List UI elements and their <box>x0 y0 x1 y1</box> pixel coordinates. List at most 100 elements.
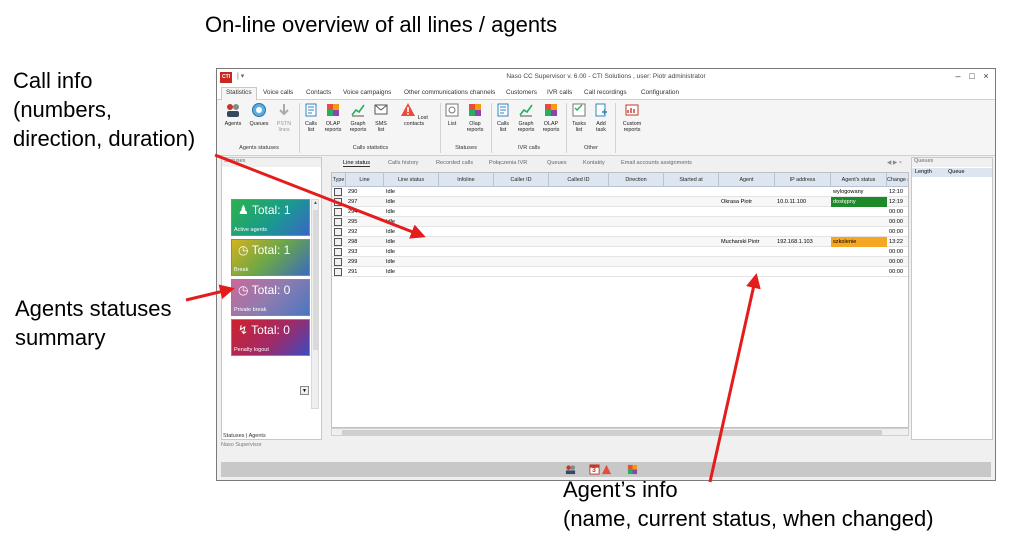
tile-penalty-logout[interactable]: ↯ Total: 0 Penalty logout <box>231 319 310 356</box>
cell-status: Idle <box>386 249 396 255</box>
col-started-at[interactable]: Started at <box>664 173 719 187</box>
tile-break-total-text: Total: 1 <box>251 243 291 257</box>
statuses-scrollbar[interactable]: ▲ <box>311 199 319 409</box>
grid-horizontal-scrollbar[interactable] <box>331 428 909 436</box>
olap-reports-button[interactable]: OLAP reports <box>322 102 344 134</box>
table-row[interactable]: 292 Idle 00:00 <box>332 227 908 237</box>
ivr-graph-reports-button[interactable]: Graph reports <box>515 102 537 134</box>
tab-kontakty[interactable]: Kontakty <box>583 160 605 166</box>
queues-button[interactable]: Queues <box>247 102 271 127</box>
cell-ip <box>775 217 831 227</box>
statuses-olap-button[interactable]: Olap reports <box>464 102 486 134</box>
col-caller-id[interactable]: Caller ID <box>494 173 549 187</box>
agents-summary-annotation: Agents statuses summary <box>15 294 172 352</box>
table-row[interactable]: 291 Idle 00:00 <box>332 267 908 277</box>
cell-agent-status <box>831 217 887 227</box>
tile-private-break[interactable]: ◷ Total: 0 Private break <box>231 279 310 316</box>
statuses-pane-tabs[interactable]: Statuses | Agents <box>223 433 266 439</box>
table-row[interactable]: 295 Idle 00:00 <box>332 217 908 227</box>
lost-contacts-button[interactable]: Lost contacts <box>393 102 435 127</box>
queues-pane-header: Queues <box>912 158 992 167</box>
tab-voice-calls[interactable]: Voice calls <box>259 88 297 97</box>
col-type[interactable]: Type <box>332 173 346 187</box>
col-line[interactable]: Line <box>346 173 384 187</box>
tab-statistics[interactable]: Statistics <box>221 87 257 100</box>
tab-configuration[interactable]: Configuration <box>637 88 683 97</box>
maximize-button[interactable]: □ <box>965 71 979 81</box>
pstn-lines-button[interactable]: PSTN lines <box>273 102 295 134</box>
tile-penalty-total: ↯ Total: 0 <box>238 323 290 337</box>
agents-summary-line-1: Agents statuses <box>15 296 172 321</box>
table-row[interactable]: 297 Idle Okrasa Piotr 10.0.11.100 dostępny 12… <box>332 197 908 207</box>
group-calls-statistics: Calls statistics <box>352 145 389 151</box>
tab-other-channels[interactable]: Other communications channels <box>400 88 499 97</box>
phone-line-icon <box>334 238 342 246</box>
cell-line: 292 <box>348 229 358 235</box>
queues-col-queue[interactable]: Queue <box>948 168 965 177</box>
table-row[interactable]: 298 Idle Mucharski Piotr 192.168.1.103 szkol… <box>332 237 908 247</box>
col-agent[interactable]: Agent <box>719 173 775 187</box>
table-row[interactable]: 294 Idle 00:00 <box>332 207 908 217</box>
tile-break[interactable]: ◷ Total: 1 Break <box>231 239 310 276</box>
tab-customers[interactable]: Customers <box>502 88 541 97</box>
tab-recorded-calls[interactable]: Recorded calls <box>436 160 473 166</box>
table-row[interactable]: 290 Idle wylogowany 12:10 <box>332 187 908 197</box>
col-called-id[interactable]: Called ID <box>549 173 609 187</box>
line-type-icon <box>332 227 346 237</box>
col-ip-address[interactable]: IP address <box>775 173 831 187</box>
agents-icon[interactable] <box>565 464 576 475</box>
tab-queues[interactable]: Queues <box>547 160 567 166</box>
agents-button[interactable]: Agents <box>221 102 245 127</box>
cell-agent-status <box>831 257 887 267</box>
tab-ivr-calls[interactable]: IVR calls <box>543 88 576 97</box>
queues-pane: Queues Length Queue <box>911 157 993 440</box>
line-type-icon <box>332 197 346 207</box>
calls-list-button[interactable]: Calls list <box>302 102 320 134</box>
tab-call-recordings[interactable]: Call recordings <box>580 88 631 97</box>
graph-reports-button[interactable]: Graph reports <box>347 102 369 134</box>
olap-icon[interactable] <box>627 464 638 475</box>
statuses-list-button[interactable]: List <box>443 102 461 127</box>
cell-agent <box>719 217 775 227</box>
phone-line-icon <box>334 208 342 216</box>
tab-email-accounts[interactable]: Email accounts assignments <box>621 160 692 166</box>
col-line-status[interactable]: Line status <box>384 173 439 187</box>
group-ivr-calls: IVR calls <box>517 145 541 151</box>
tasks-list-button[interactable]: Tasks list <box>569 102 589 134</box>
warning-icon[interactable] <box>601 464 612 475</box>
lost-contacts-icon <box>401 103 416 116</box>
sms-list-button[interactable]: SMS list <box>372 102 390 134</box>
col-direction[interactable]: Direction <box>609 173 664 187</box>
ivr-olap-reports-button[interactable]: OLAP reports <box>540 102 562 134</box>
table-row[interactable]: 293 Idle 00:00 <box>332 247 908 257</box>
ribbon-empty-area <box>647 100 995 156</box>
col-infoline[interactable]: Infoline <box>439 173 494 187</box>
tab-contacts[interactable]: Contacts <box>302 88 335 97</box>
tab-nav-icon[interactable]: ◀ ▶ × <box>887 160 902 166</box>
ivr-olap-reports-icon <box>545 104 557 116</box>
line-type-icon <box>332 267 346 277</box>
tab-voice-campaigns[interactable]: Voice campaigns <box>339 88 395 97</box>
minimize-button[interactable]: – <box>951 71 965 81</box>
cell-ip: 10.0.11.100 <box>777 199 807 205</box>
tab-line-status[interactable]: Line status <box>343 160 371 167</box>
cell-agent: Mucharski Piotr <box>721 239 760 245</box>
custom-reports-button[interactable]: Custom reports <box>619 102 645 134</box>
tab-polaczenia-ivr[interactable]: Połączenia IVR <box>489 160 527 166</box>
table-row[interactable]: 299 Idle 00:00 <box>332 257 908 267</box>
queues-col-length[interactable]: Length <box>915 169 932 175</box>
close-button[interactable]: × <box>979 71 993 81</box>
cell-ip <box>775 267 831 277</box>
add-task-button[interactable]: Add task <box>592 102 610 134</box>
grid-scroll-thumb[interactable] <box>342 430 882 435</box>
ivr-calls-list-button[interactable]: Calls list <box>494 102 512 134</box>
col-agents-status[interactable]: Agent's status <box>831 173 887 187</box>
scroll-up-icon[interactable]: ▲ <box>312 200 319 208</box>
tab-calls-history[interactable]: Calls history <box>388 160 418 166</box>
statuses-olap-button-label: Olap reports <box>466 121 484 134</box>
col-change-at[interactable]: Change at <box>887 173 908 187</box>
statuses-scroll-thumb[interactable] <box>313 210 318 350</box>
chevron-down-icon[interactable]: ▼ <box>300 386 309 395</box>
tile-active-agents[interactable]: ♟ Total: 1 Active agents <box>231 199 310 236</box>
tile-active-total: ♟ Total: 1 <box>238 203 291 217</box>
